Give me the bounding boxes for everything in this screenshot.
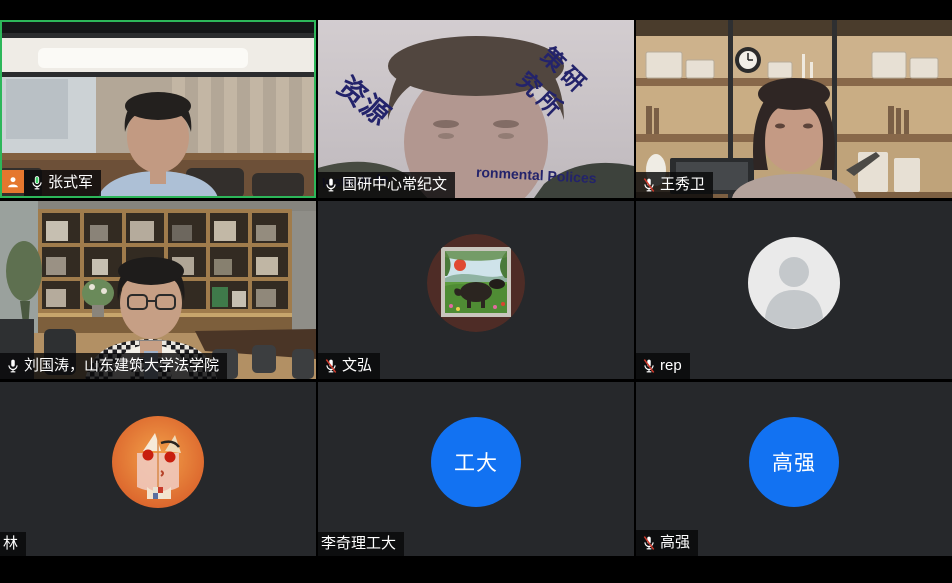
avatar-person-placeholder xyxy=(745,234,843,332)
participant-name: 刘国涛，山东建筑大学法学院 xyxy=(24,358,219,373)
avatar-initials: 工大 xyxy=(431,417,521,507)
avatar-abstract-face-painting xyxy=(109,413,207,511)
mic-muted-icon xyxy=(323,357,338,374)
meeting-grid: 张式军 资源 策研究所 Institute f xyxy=(0,0,952,583)
participant-name: 李奇理工大 xyxy=(321,536,396,551)
presenter-badge-icon xyxy=(2,170,24,193)
name-label: rep xyxy=(636,353,690,379)
participant-name: 张式军 xyxy=(48,175,93,190)
mic-muted-icon xyxy=(641,357,656,374)
name-label: 高强 xyxy=(636,530,698,556)
participant-tile-liuguotao[interactable]: 刘国涛，山东建筑大学法学院 xyxy=(0,201,316,379)
participant-name: 高强 xyxy=(660,535,690,550)
participant-name: 文弘 xyxy=(342,358,372,373)
mic-muted-icon xyxy=(641,534,656,551)
participant-tile-wenhong[interactable]: 文弘 xyxy=(318,201,634,379)
name-label: 林 xyxy=(0,532,26,556)
participant-tile-changjiwen[interactable]: 资源 策研究所 Institute fo ronmental Polices 国… xyxy=(318,20,634,198)
avatar-text: 工大 xyxy=(454,447,498,477)
participant-name: 林 xyxy=(3,536,18,551)
mic-active-icon xyxy=(29,174,44,191)
participant-tile-lin[interactable]: 林 xyxy=(0,382,316,556)
name-label: 李奇理工大 xyxy=(318,532,404,556)
mic-muted-icon xyxy=(641,176,656,193)
participant-name: 国研中心常纪文 xyxy=(342,177,447,192)
name-label: 国研中心常纪文 xyxy=(318,172,455,198)
avatar-text: 高强 xyxy=(772,447,816,477)
participant-tile-zhangshijun[interactable]: 张式军 xyxy=(0,20,316,198)
participant-tile-gaoqiang[interactable]: 高强 高强 xyxy=(636,382,952,556)
participant-name: rep xyxy=(660,358,682,373)
avatar-buffalo-painting xyxy=(427,234,525,332)
mic-icon xyxy=(323,176,338,193)
participant-tile-rep[interactable]: rep xyxy=(636,201,952,379)
mic-icon xyxy=(5,357,20,374)
avatar-initials: 高强 xyxy=(749,417,839,507)
participant-name: 王秀卫 xyxy=(660,177,705,192)
name-label: 刘国涛，山东建筑大学法学院 xyxy=(0,353,227,379)
name-label: 王秀卫 xyxy=(636,172,713,198)
participant-tile-liqiligongda[interactable]: 工大 李奇理工大 xyxy=(318,382,634,556)
name-label: 文弘 xyxy=(318,353,380,379)
name-label: 张式军 xyxy=(24,170,101,196)
participant-tile-wangxiuwei[interactable]: 王秀卫 xyxy=(636,20,952,198)
